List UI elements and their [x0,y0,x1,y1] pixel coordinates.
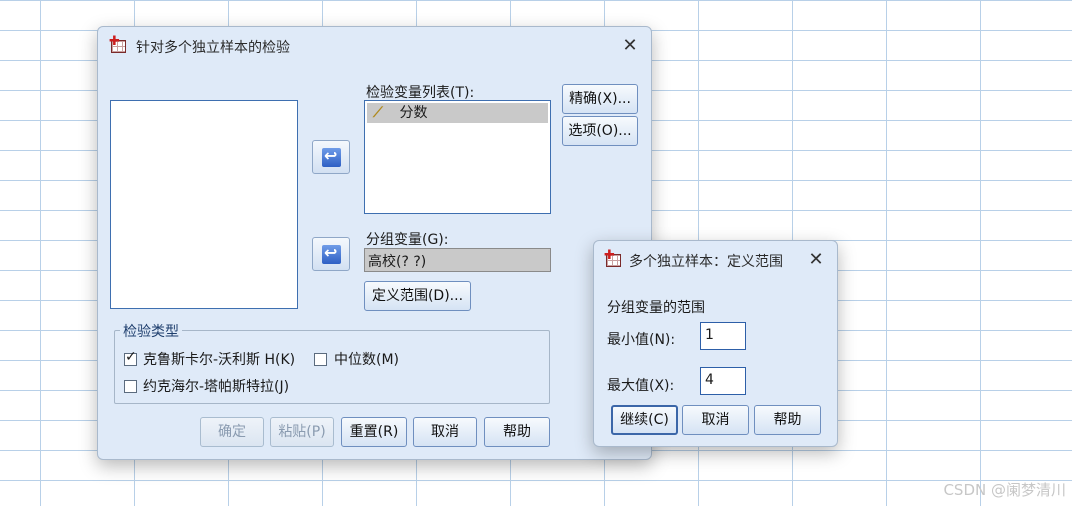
checkmark-icon: ✓ [125,349,137,365]
help-button[interactable]: 帮助 [484,417,550,447]
range-dialog-titlebar[interactable]: ✚ 多个独立样本：定义范围 ✕ [594,241,837,279]
max-value-label: 最大值(X): [607,378,675,394]
watermark: CSDN @阑梦清川 [943,481,1066,499]
range-section-label: 分组变量的范围 [607,300,705,316]
test-variable-list[interactable]: ⟋ 分数 [364,100,551,214]
list-item[interactable]: ⟋ 分数 [367,103,548,123]
spss-app-icon: ✚ [109,35,128,55]
exact-button[interactable]: 精确(X)... [562,84,638,114]
test-var-list-label: 检验变量列表(T): [366,85,475,101]
paste-button[interactable]: 粘贴(P) [270,417,334,447]
cancel-button[interactable]: 取消 [413,417,477,447]
kruskal-checkbox[interactable]: ✓ [124,349,137,366]
reset-button[interactable]: 重置(R) [341,417,407,447]
spss-app-icon: ✚ [604,249,623,269]
ruler-scale-icon: ⟋ [373,105,383,121]
arrow-left-icon: ↩ [322,146,341,167]
ok-button[interactable]: 确定 [200,417,264,447]
kruskal-label: 克鲁斯卡尔-沃利斯 H(K) [143,352,296,368]
close-icon[interactable]: ✕ [620,36,640,56]
test-type-legend: 检验类型 [120,321,182,341]
main-dialog-title: 针对多个独立样本的检验 [136,40,290,56]
median-label: 中位数(M) [334,352,400,368]
min-value-label: 最小值(N): [607,332,676,348]
close-icon[interactable]: ✕ [806,250,826,270]
group-var-field[interactable]: 高校(? ?) [364,248,551,272]
main-dialog: ✚ 针对多个独立样本的检验 ✕ ↩ ↩ 检验变量列表(T): ⟋ 分数 分组变量… [97,26,652,460]
move-to-group-var-button[interactable]: ↩ [312,237,350,271]
range-cancel-button[interactable]: 取消 [682,405,749,435]
range-dialog-title: 多个独立样本：定义范围 [629,254,783,270]
source-variable-list[interactable] [110,100,298,309]
list-item-label: 分数 [399,105,428,121]
min-value-input[interactable]: 1 [700,322,746,350]
main-dialog-titlebar[interactable]: ✚ 针对多个独立样本的检验 ✕ [98,27,651,65]
continue-button[interactable]: 继续(C) [611,405,678,435]
options-button[interactable]: 选项(O)... [562,116,638,146]
define-range-dialog: ✚ 多个独立样本：定义范围 ✕ 分组变量的范围 最小值(N): 1 最大值(X)… [593,240,838,447]
jonckheere-label: 约克海尔-塔帕斯特拉(J) [143,379,290,395]
range-help-button[interactable]: 帮助 [754,405,821,435]
group-var-label: 分组变量(G): [366,232,449,248]
arrow-left-icon: ↩ [322,243,341,264]
jonckheere-checkbox[interactable] [124,380,137,393]
max-value-input[interactable]: 4 [700,367,746,395]
move-to-test-list-button[interactable]: ↩ [312,140,350,174]
group-var-value: 高校(? ?) [368,254,427,270]
define-range-button[interactable]: 定义范围(D)... [364,281,471,311]
median-checkbox[interactable] [314,353,327,366]
